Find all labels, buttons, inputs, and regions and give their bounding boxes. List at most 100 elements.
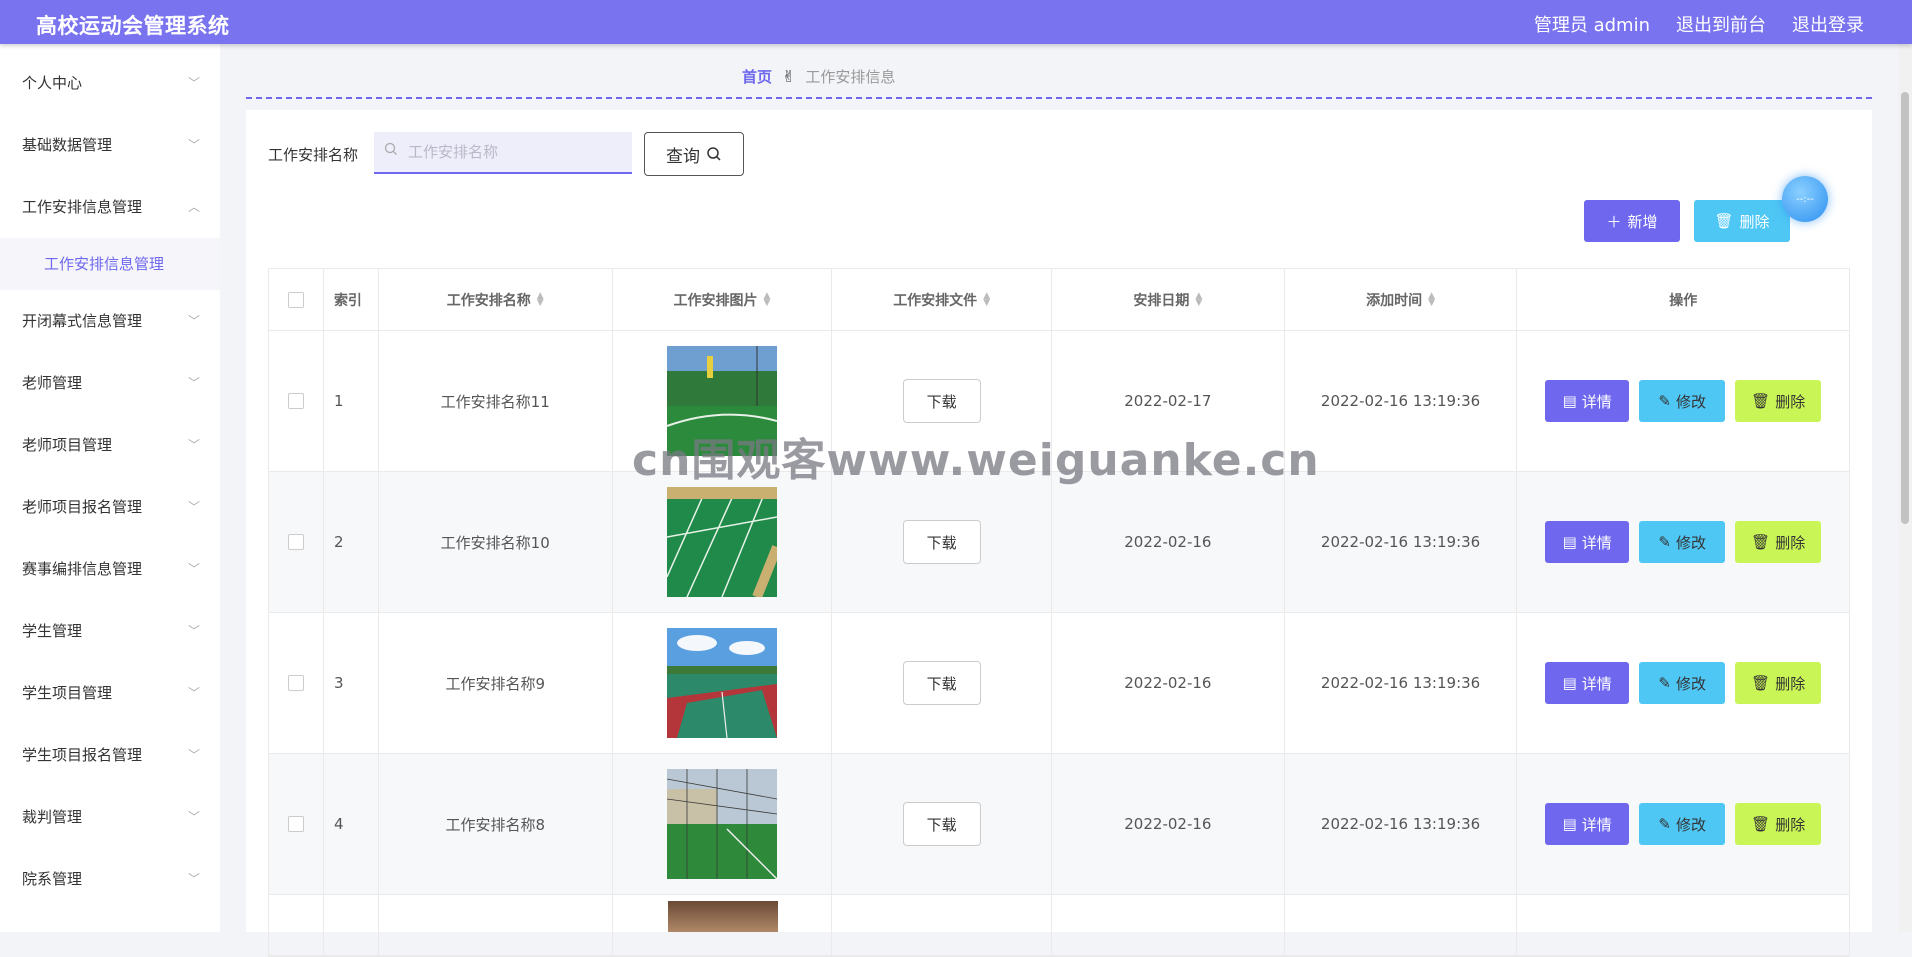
sidebar-item-referees[interactable]: 裁判管理 ﹀	[0, 786, 220, 848]
download-button[interactable]: 下载	[902, 661, 981, 705]
sidebar-item-label: 院系管理	[22, 870, 83, 888]
detail-button[interactable]: ▤ 详情	[1545, 803, 1630, 845]
sidebar-item-schedule[interactable]: 赛事编排信息管理 ﹀	[0, 538, 220, 600]
breadcrumb-divider	[246, 97, 1872, 99]
sidebar-item-teachers[interactable]: 老师管理 ﹀	[0, 352, 220, 414]
sidebar-item-label: 赛事编排信息管理	[22, 560, 143, 578]
header-date[interactable]: 安排日期 ▲ ▼	[1052, 269, 1285, 330]
delete-button[interactable]: 🗑 删除	[1735, 380, 1822, 422]
partial-photo-thumbnail	[668, 901, 778, 932]
row-date	[1052, 895, 1285, 955]
row-checkbox[interactable]	[287, 393, 304, 409]
delete-button[interactable]: 🗑 删除	[1735, 521, 1822, 563]
logout-link[interactable]: 退出登录	[1792, 11, 1864, 37]
delete-button-label: 删除	[1775, 533, 1806, 552]
sidebar-item-teacher-projects[interactable]: 老师项目管理 ﹀	[0, 414, 220, 476]
sidebar-item-personal-center[interactable]: 个人中心 ﹀	[0, 52, 220, 114]
edit-button[interactable]: ✎ 修改	[1639, 521, 1726, 563]
query-button[interactable]: 查询	[644, 132, 744, 176]
page-scrollbar[interactable]	[1898, 44, 1912, 932]
row-file-cell: 下载	[832, 613, 1053, 753]
sort-icon[interactable]: ▲ ▼	[1195, 291, 1202, 307]
sort-icon[interactable]: ▲ ▼	[983, 291, 990, 307]
search-icon	[384, 142, 398, 160]
row-checkbox[interactable]	[287, 816, 304, 832]
delete-button[interactable]: 🗑 删除	[1735, 662, 1822, 704]
row-checkbox[interactable]	[287, 534, 304, 550]
sidebar-item-students[interactable]: 学生管理 ﹀	[0, 600, 220, 662]
breadcrumb: 首页 ✌ 工作安排信息	[742, 66, 895, 87]
chevron-down-icon: ﹀	[187, 376, 200, 390]
exit-to-front-link[interactable]: 退出到前台	[1676, 11, 1766, 37]
sidebar-item-student-projects[interactable]: 学生项目管理 ﹀	[0, 662, 220, 724]
table-row: 4 工作安排名称8 下载 2022-02-16 2022-02-16 13:19…	[269, 754, 1849, 895]
detail-button[interactable]: ▤ 详情	[1545, 662, 1630, 704]
query-button-label: 查询	[666, 146, 700, 167]
chevron-down-icon: ﹀	[187, 76, 200, 90]
download-button[interactable]: 下载	[902, 520, 981, 564]
row-name	[379, 895, 613, 955]
chevron-down-icon: ﹀	[187, 500, 200, 514]
sidebar-item-teacher-signup[interactable]: 老师项目报名管理 ﹀	[0, 476, 220, 538]
row-file-cell: 下载	[832, 472, 1053, 612]
header-image[interactable]: 工作安排图片 ▲ ▼	[613, 269, 833, 330]
sidebar-item-basic-data[interactable]: 基础数据管理 ﹀	[0, 114, 220, 176]
sidebar-subitem-work-arrangement[interactable]: 工作安排信息管理	[0, 238, 220, 290]
field-photo-thumbnail[interactable]	[666, 769, 777, 879]
header-name[interactable]: 工作安排名称 ▲ ▼	[379, 269, 613, 330]
document-icon: ▤	[1562, 392, 1577, 410]
header-file-label: 工作安排文件	[893, 292, 978, 309]
table-row: 3 工作安排名称9 下载 2022-02-16 2022-02-16 13:19…	[269, 613, 1849, 754]
chevron-down-icon: ﹀	[187, 562, 200, 576]
header-file[interactable]: 工作安排文件 ▲ ▼	[832, 269, 1053, 330]
sidebar-subitem-label: 工作安排信息管理	[44, 255, 165, 273]
search-input[interactable]	[406, 132, 630, 172]
row-added-time: 2022-02-16 13:19:36	[1285, 472, 1518, 612]
row-ops-cell: ▤ 详情 ✎ 修改 🗑 删除	[1517, 472, 1849, 612]
batch-delete-label: 删除	[1739, 212, 1770, 231]
add-button[interactable]: ＋ 新增	[1584, 200, 1680, 242]
header-added[interactable]: 添加时间 ▲ ▼	[1285, 269, 1518, 330]
row-date: 2022-02-16	[1052, 754, 1285, 894]
edit-button[interactable]: ✎ 修改	[1639, 380, 1726, 422]
admin-user-label[interactable]: 管理员 admin	[1534, 11, 1650, 37]
breadcrumb-home[interactable]: 首页	[742, 66, 772, 87]
delete-button-label: 删除	[1775, 674, 1806, 693]
sidebar-item-departments[interactable]: 院系管理 ﹀	[0, 848, 220, 910]
header-image-label: 工作安排图片	[673, 292, 758, 309]
sort-icon[interactable]: ▲ ▼	[1428, 291, 1435, 307]
search-field[interactable]	[374, 132, 632, 174]
row-date: 2022-02-16	[1052, 613, 1285, 753]
court-photo-thumbnail[interactable]	[666, 628, 777, 738]
floating-assist-ball[interactable]: --:--	[1782, 176, 1828, 222]
sidebar-item-ceremony[interactable]: 开闭幕式信息管理 ﹀	[0, 290, 220, 352]
sidebar-item-student-signup[interactable]: 学生项目报名管理 ﹀	[0, 724, 220, 786]
delete-button-label: 删除	[1775, 392, 1806, 411]
scrollbar-thumb[interactable]	[1901, 92, 1909, 524]
court-photo-thumbnail[interactable]	[666, 487, 777, 597]
select-all-checkbox[interactable]	[287, 291, 304, 308]
document-icon: ▤	[1562, 533, 1577, 551]
header-actions: 管理员 admin 退出到前台 退出登录	[1534, 11, 1864, 37]
edit-button[interactable]: ✎ 修改	[1639, 803, 1726, 845]
detail-button-label: 详情	[1581, 674, 1612, 693]
document-icon: ▤	[1562, 815, 1577, 833]
header-index: 索引	[324, 269, 379, 330]
download-button[interactable]: 下载	[902, 802, 981, 846]
work-arrangement-table: 索引 工作安排名称 ▲ ▼ 工作安排图片 ▲ ▼ 工作安排文件 ▲ ▼ 安排日期 ▲ ▼ 添加时…	[268, 268, 1850, 957]
batch-delete-button[interactable]: 🗑 删除	[1694, 200, 1790, 242]
pencil-icon: ✎	[1658, 392, 1671, 410]
add-button-label: 新增	[1627, 212, 1658, 231]
sort-icon[interactable]: ▲ ▼	[537, 291, 544, 307]
sidebar-item-work-arrangement[interactable]: 工作安排信息管理 ︿	[0, 176, 220, 238]
detail-button[interactable]: ▤ 详情	[1545, 380, 1630, 422]
detail-button[interactable]: ▤ 详情	[1545, 521, 1630, 563]
row-checkbox[interactable]	[287, 675, 304, 691]
delete-button[interactable]: 🗑 删除	[1735, 803, 1822, 845]
content-card: 工作安排名称 查询 ＋ 新增 🗑 删除 --:-- 索引 工作安排名称 ▲▼ 工作…	[246, 110, 1872, 957]
sort-icon[interactable]: ▲ ▼	[763, 291, 770, 307]
row-ops-cell: ▤ 详情 ✎ 修改 🗑 删除	[1517, 331, 1849, 471]
sidebar-item-label: 学生管理	[22, 622, 83, 640]
download-button[interactable]: 下载	[902, 379, 981, 423]
edit-button[interactable]: ✎ 修改	[1639, 662, 1726, 704]
